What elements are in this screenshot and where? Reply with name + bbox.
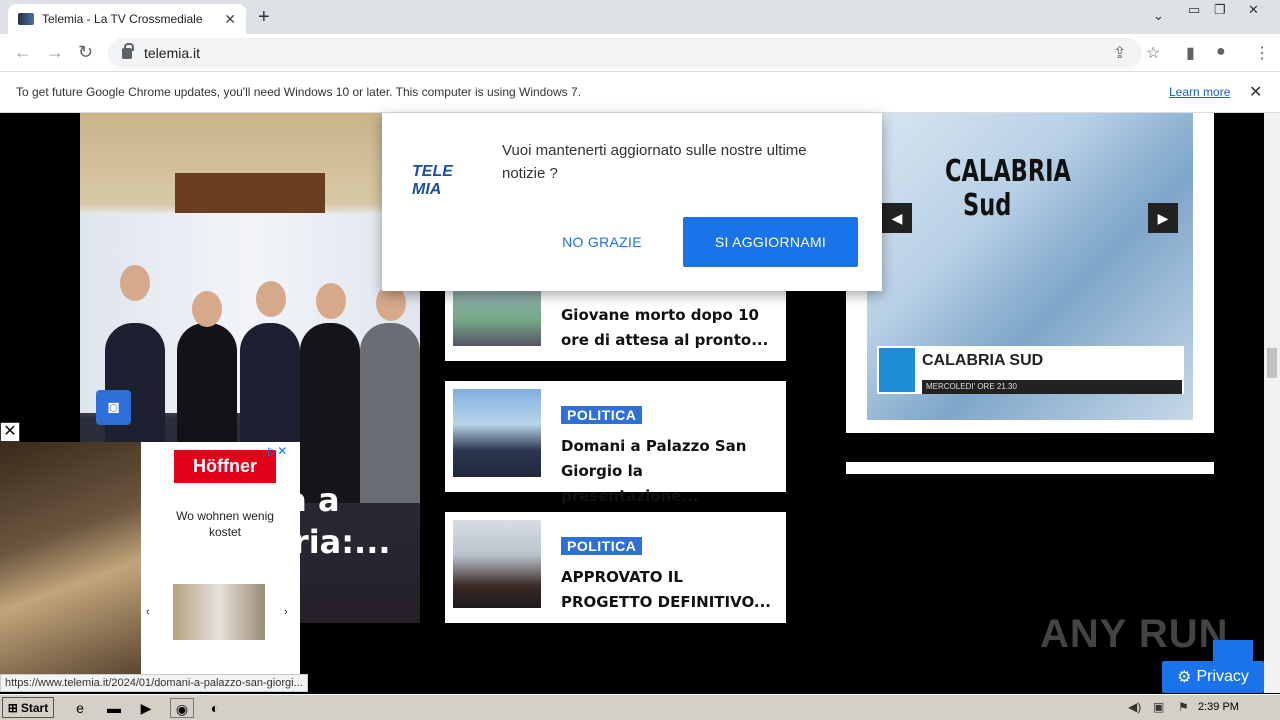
article-headline[interactable]: Domani a Palazzo San Giorgio la presenta… bbox=[561, 434, 776, 509]
ad-prev-chevron-icon[interactable]: ‹ bbox=[146, 606, 150, 618]
ad-banner[interactable]: Höffner ▷✕ Wo wohnen wenig kostet ‹ › bbox=[0, 442, 300, 674]
learn-more-link[interactable]: Learn more bbox=[1169, 85, 1230, 99]
watermark-logo: ANY RUN bbox=[1040, 612, 1229, 656]
ie-icon[interactable]: e bbox=[70, 698, 90, 718]
hero-head bbox=[120, 265, 150, 301]
privacy-label: Privacy bbox=[1196, 668, 1249, 685]
notification-prompt: TELE MIA Vuoi mantenerti aggiornato sull… bbox=[382, 113, 882, 291]
article-thumbnail[interactable] bbox=[453, 389, 541, 477]
share-icon[interactable]: ⇪ bbox=[1113, 43, 1126, 63]
minimize-icon[interactable]: ▭ bbox=[1188, 2, 1200, 18]
chrome-icon[interactable]: ◉ bbox=[170, 698, 194, 718]
accept-button[interactable]: SI AGGIORNAMI bbox=[683, 217, 858, 267]
tab-strip: Telemia - La TV Crossmediale ✕ + ⌄ ▭ ❐ ✕ bbox=[0, 0, 1280, 34]
hero-person bbox=[360, 323, 420, 503]
ad-product-image[interactable] bbox=[173, 584, 265, 640]
taskbar-clock: 2:39 PM bbox=[1198, 701, 1239, 713]
new-tab-button[interactable]: + bbox=[258, 6, 270, 29]
sidebar-video-widget: CALABRIA Sud ◀ ▶ CALABRIA SUD MERCOLEDI'… bbox=[846, 113, 1214, 433]
article-headline[interactable]: APPROVATO IL PROGETTO DEFINITIVO... bbox=[561, 565, 776, 615]
carousel-prev-icon[interactable]: ◀ bbox=[882, 203, 912, 233]
tab-search-chevron-icon[interactable]: ⌄ bbox=[1153, 8, 1164, 24]
infobar-message: To get future Google Chrome updates, you… bbox=[16, 85, 582, 99]
ad-photo[interactable] bbox=[0, 442, 141, 674]
address-bar[interactable]: telemia.it bbox=[108, 38, 1142, 68]
edge-icon[interactable]: ◐ bbox=[205, 698, 225, 718]
hero-head bbox=[192, 291, 222, 327]
tab-telemia[interactable]: Telemia - La TV Crossmediale ✕ bbox=[8, 4, 246, 34]
ad-info-icon[interactable]: ▷✕ bbox=[268, 444, 287, 458]
tab-title: Telemia - La TV Crossmediale bbox=[42, 12, 203, 26]
article-card[interactable]: POLITICA Domani a Palazzo San Giorgio la… bbox=[445, 381, 786, 505]
back-arrow-icon[interactable]: ← bbox=[14, 42, 32, 63]
browser-toolbar: ← → ↻ telemia.it ⇪ ☆ ▮ ● ⋮ bbox=[0, 34, 1280, 71]
slide-title-line: Sud bbox=[963, 188, 1012, 223]
windows-logo-icon: ⊞ bbox=[7, 700, 18, 715]
article-headline[interactable]: Giovane morto dopo 10 ore di attesa al p… bbox=[561, 303, 776, 353]
carousel-next-icon[interactable]: ▶ bbox=[1148, 203, 1178, 233]
site-favicon-icon bbox=[18, 13, 34, 25]
update-infobar: To get future Google Chrome updates, you… bbox=[0, 71, 1280, 113]
hero-head bbox=[256, 281, 286, 317]
ad-copy: Wo wohnen wenig kostet bbox=[176, 509, 274, 539]
bookmark-star-icon[interactable]: ☆ bbox=[1146, 43, 1160, 63]
menu-kebab-icon[interactable]: ⋮ bbox=[1254, 43, 1270, 63]
article-category-tag[interactable]: POLITICA bbox=[561, 537, 643, 555]
telemia-logo: TELE MIA bbox=[412, 163, 453, 198]
network-icon[interactable]: ▣ bbox=[1153, 700, 1164, 714]
lock-icon bbox=[122, 42, 134, 59]
reload-icon[interactable]: ↻ bbox=[78, 42, 93, 63]
decline-button[interactable]: NO GRAZIE bbox=[552, 217, 652, 267]
ad-close-button[interactable]: ✕ bbox=[0, 422, 20, 442]
forward-arrow-icon[interactable]: → bbox=[46, 42, 64, 63]
ad-next-chevron-icon[interactable]: › bbox=[284, 606, 288, 618]
slide-title: CALABRIA Sud bbox=[945, 155, 1071, 223]
folder-icon[interactable]: ▬ bbox=[104, 698, 124, 718]
notification-message: Vuoi mantenerti aggiornato sulle nostre … bbox=[502, 142, 807, 182]
privacy-button[interactable]: ⚙ Privacy bbox=[1162, 661, 1264, 693]
gear-icon: ⚙ bbox=[1177, 669, 1192, 686]
window-close-icon[interactable]: ✕ bbox=[1248, 2, 1259, 18]
video-slide[interactable]: CALABRIA Sud ◀ ▶ CALABRIA SUD MERCOLEDI'… bbox=[867, 113, 1193, 420]
media-player-icon[interactable]: ▶ bbox=[136, 698, 156, 718]
tab-close-icon[interactable]: ✕ bbox=[224, 11, 236, 28]
volume-icon[interactable]: ◀) bbox=[1128, 700, 1141, 714]
infobar-close-icon[interactable]: ✕ bbox=[1249, 82, 1262, 102]
article-card[interactable]: POLITICA APPROVATO IL PROGETTO DEFINITIV… bbox=[445, 512, 786, 623]
lower-third-schedule: MERCOLEDI' ORE 21.30 bbox=[922, 380, 1182, 394]
ad-brand-logo[interactable]: Höffner bbox=[174, 450, 276, 483]
profile-avatar-icon[interactable]: ● bbox=[1216, 43, 1226, 61]
slide-title-line: CALABRIA bbox=[945, 154, 1071, 189]
restore-icon[interactable]: ❐ bbox=[1214, 2, 1226, 18]
hero-head bbox=[316, 283, 346, 319]
windows-taskbar: ⊞ Start e ▬ ▶ ◉ ◐ ◀) ▣ ⚑ 2:39 PM bbox=[0, 694, 1280, 720]
side-panel-icon[interactable]: ▮ bbox=[1186, 43, 1195, 63]
url-text: telemia.it bbox=[144, 45, 201, 61]
page-scrollbar[interactable] bbox=[1264, 113, 1280, 693]
scrollbar-thumb[interactable] bbox=[1267, 348, 1277, 378]
slide-lower-third: CALABRIA SUD MERCOLEDI' ORE 21.30 bbox=[877, 346, 1184, 394]
start-label: Start bbox=[20, 700, 49, 715]
start-button[interactable]: ⊞ Start bbox=[2, 697, 54, 718]
camera-icon[interactable]: ◙ bbox=[96, 390, 131, 425]
article-thumbnail[interactable] bbox=[453, 520, 541, 608]
channel-logo bbox=[879, 348, 915, 392]
flag-icon[interactable]: ⚑ bbox=[1178, 700, 1189, 714]
status-bar-url: https://www.telemia.it/2024/01/domani-a-… bbox=[0, 674, 308, 692]
article-category-tag[interactable]: POLITICA bbox=[561, 406, 643, 424]
lower-third-title: CALABRIA SUD bbox=[922, 352, 1044, 369]
hero-person bbox=[300, 323, 360, 503]
sidebar-divider bbox=[846, 462, 1214, 474]
